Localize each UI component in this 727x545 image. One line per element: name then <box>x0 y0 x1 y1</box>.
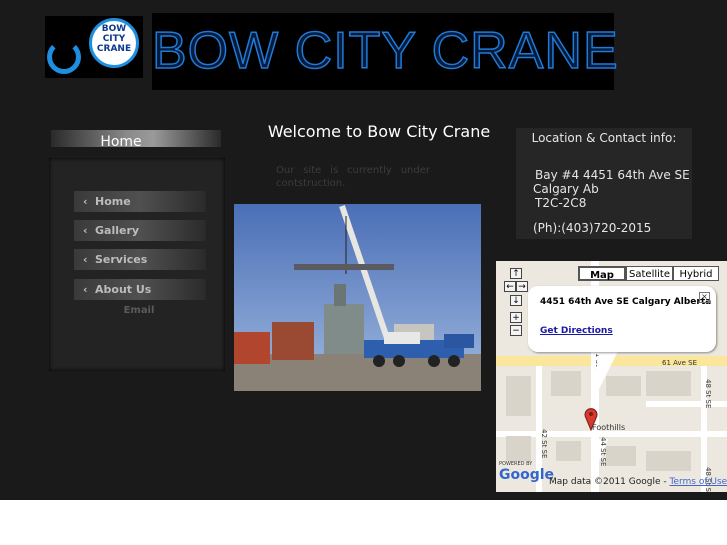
chevron-left-icon: ‹ <box>83 253 88 266</box>
bubble-tail <box>590 347 620 407</box>
map-data-credit: Map data ©2011 Google - <box>549 477 670 487</box>
header-banner: BOW CITY CRANE <box>151 13 619 90</box>
pan-down-icon[interactable]: ↓ <box>510 295 522 306</box>
nav-item-gallery[interactable]: ‹ Gallery <box>74 220 206 241</box>
logo[interactable]: BOW CITY CRANE <box>45 16 143 78</box>
google-wordmark: Google <box>499 467 555 483</box>
page-title: Welcome to Bow City Crane <box>267 122 491 141</box>
nav-item-services[interactable]: ‹ Services <box>74 249 206 270</box>
terms-of-use-link[interactable]: Terms of Use <box>669 477 727 487</box>
close-icon[interactable]: × <box>699 292 710 303</box>
map-label-42-st: 42 St SE <box>540 429 548 459</box>
map-type-map-button[interactable]: Map <box>578 266 626 281</box>
construction-notice: Our site is currently under contstructio… <box>276 165 430 189</box>
logo-line-2: CITY <box>102 34 126 44</box>
pan-right-icon[interactable]: → <box>516 281 528 292</box>
bubble-address: 4451 64th Ave SE Calgary Alberta <box>540 297 712 307</box>
contact-phone: (Ph):(403)720-2015 <box>533 221 652 235</box>
logo-line-1: BOW <box>101 24 127 34</box>
contact-address: Bay #4 4451 64th Ave SE <box>535 168 690 182</box>
email-link[interactable]: Email <box>74 305 204 316</box>
nav-header: Home <box>51 130 221 150</box>
contact-title: Location & Contact info: <box>531 131 677 145</box>
nav-item-label: Home <box>95 195 131 208</box>
contact-panel: Location & Contact info: Bay #4 4451 64t… <box>516 128 692 239</box>
get-directions-link[interactable]: Get Directions <box>540 326 613 336</box>
crane-photo-graphic <box>234 204 481 391</box>
page-background: BOW CITY CRANE BOW CITY CRANE Home ‹ Home… <box>0 0 727 500</box>
chevron-left-icon: ‹ <box>83 195 88 208</box>
map-type-satellite-button[interactable]: Satellite <box>626 266 673 281</box>
crane-photo <box>234 204 481 391</box>
map-marker-icon[interactable] <box>584 407 598 431</box>
contact-city: Calgary Ab <box>533 182 599 196</box>
logo-line-3: CRANE <box>96 44 132 54</box>
nav-item-label: Services <box>95 253 148 266</box>
map-type-hybrid-button[interactable]: Hybrid <box>673 266 719 281</box>
pan-up-icon[interactable]: ↑ <box>510 268 522 279</box>
chevron-left-icon: ‹ <box>83 224 88 237</box>
nav-item-label: About Us <box>95 283 152 296</box>
map-label-44-st: 44 St SE <box>599 437 607 467</box>
zoom-in-icon[interactable]: + <box>510 312 522 323</box>
nav-item-home[interactable]: ‹ Home <box>74 191 206 212</box>
map-info-bubble: 4451 64th Ave SE Calgary Alberta Get Dir… <box>528 286 716 352</box>
crane-hook-icon <box>47 40 81 74</box>
nav-header-label: Home <box>100 134 142 150</box>
chevron-left-icon: ‹ <box>83 283 88 296</box>
map-credit: Map data ©2011 Google - Terms of Use <box>549 477 727 487</box>
zoom-out-icon[interactable]: − <box>510 325 522 336</box>
contact-postal: T2C-2C8 <box>535 196 587 210</box>
map-label-61-ave: 61 Ave SE <box>662 359 698 367</box>
banner-title: BOW CITY CRANE <box>151 21 619 81</box>
nav-item-about-us[interactable]: ‹ About Us <box>74 279 206 300</box>
google-logo: Google <box>499 467 554 483</box>
map-label-48-st: 48 St SE <box>704 379 712 409</box>
logo-text: BOW CITY CRANE <box>89 24 139 54</box>
nav-item-label: Gallery <box>95 224 140 237</box>
pan-left-icon[interactable]: ← <box>504 281 516 292</box>
